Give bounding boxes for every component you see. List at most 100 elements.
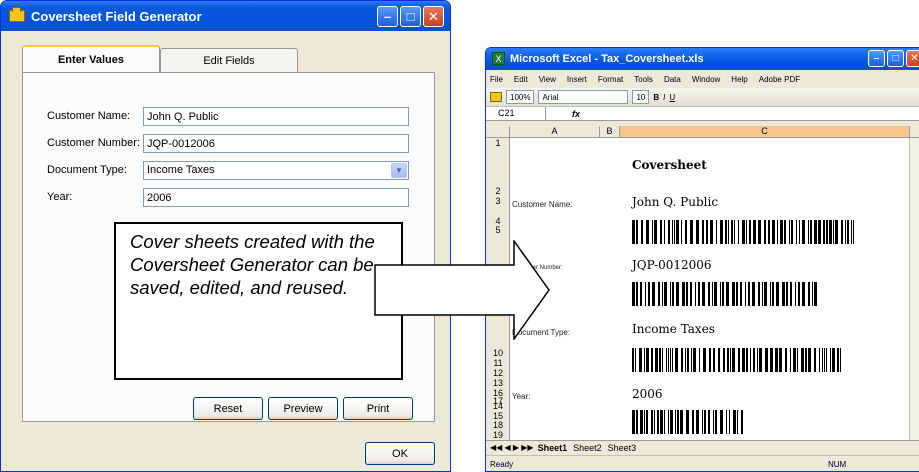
barcode-bar [757,348,758,372]
menu-edit[interactable]: Edit [514,75,528,84]
row-header[interactable]: 2 [486,186,510,196]
barcode-bar [680,410,683,434]
barcode-bar [741,410,743,434]
row-header[interactable]: 3 [486,196,510,206]
sheet-tab-1[interactable]: Sheet1 [538,443,568,453]
row-header[interactable]: 19 [486,430,510,440]
row-header[interactable]: 12 [486,368,510,378]
folder-icon [9,7,25,22]
row-header[interactable]: 18 [486,420,510,430]
barcode-bar [764,220,766,244]
year-input[interactable] [143,188,409,207]
barcode-bar [660,220,662,244]
excel-close-button[interactable]: ✕ [906,50,919,67]
barcode-bar [690,220,693,244]
menu-view[interactable]: View [539,75,556,84]
document-type-select[interactable]: Income Taxes ▼ [143,161,409,180]
barcode-bar [645,282,646,306]
menu-window[interactable]: Window [692,75,720,84]
column-header-b[interactable]: B [600,126,620,137]
barcode-bar [664,410,665,434]
maximize-button[interactable]: □ [400,6,421,27]
tab-enter-values[interactable]: Enter Values [22,45,160,72]
barcode-bar [765,348,768,372]
bold-icon[interactable]: B [653,93,659,102]
barcode-bar [731,220,733,244]
name-box[interactable]: C21 [486,106,546,121]
sheet-nav-icon[interactable]: ◀◀ ◀ ▶ ▶▶ [490,443,534,452]
barcode-bar [814,282,817,306]
barcode-bar [750,348,751,372]
barcode-bar [675,410,676,434]
underline-icon[interactable]: U [669,93,675,102]
ok-button[interactable]: OK [365,442,435,465]
chevron-down-icon[interactable]: ▼ [391,163,407,178]
preview-button[interactable]: Preview [268,397,338,420]
close-button[interactable]: ✕ [423,6,444,27]
customer-name-input[interactable] [143,107,409,126]
sheet-tab-3[interactable]: Sheet3 [608,443,637,453]
barcode-bar [681,220,682,244]
excel-minimize-button[interactable]: – [868,50,885,67]
zoom-select[interactable]: 100% [506,90,535,104]
print-button[interactable]: Print [343,397,413,420]
barcode-bar [732,348,735,372]
excel-maximize-button[interactable]: □ [887,50,904,67]
italic-icon[interactable]: I [663,93,665,102]
row-header[interactable]: 13 [486,378,510,388]
barcode-bar [691,348,692,372]
barcode-bar [636,220,638,244]
barcode-bar [716,220,717,244]
tab-edit-fields[interactable]: Edit Fields [160,48,298,72]
barcode-bar [791,220,793,244]
barcode-bar [686,410,689,434]
barcode-bar [712,282,713,306]
barcode-bar [833,220,834,244]
column-header-c[interactable]: C [620,126,910,137]
select-all-corner[interactable] [486,126,510,137]
column-header-a[interactable]: A [510,126,600,137]
barcode-bar [805,348,807,372]
barcode-bar [729,410,730,434]
barcode-bar [824,348,825,372]
menu-adobe-pdf[interactable]: Adobe PDF [759,75,800,84]
row-header[interactable]: 1 [486,138,510,148]
barcode-bar [772,282,774,306]
num-lock-indicator: NUM [828,460,847,469]
barcode-bar [812,282,813,306]
customer-number-input[interactable] [143,134,409,153]
barcode-bar [742,220,745,244]
vertical-scrollbar[interactable] [909,138,919,440]
sheet-tab-2[interactable]: Sheet2 [573,443,602,453]
font-select[interactable]: Arial [538,90,629,104]
menu-tools[interactable]: Tools [634,75,653,84]
row-header[interactable]: 17 [486,396,510,406]
barcode-bar [738,348,740,372]
row-header[interactable]: 5 [486,225,510,235]
barcode-bar [758,220,761,244]
barcode-bar [748,282,750,306]
barcode-bar [672,348,673,372]
font-size-select[interactable]: 10 [632,90,650,104]
barcode-bar [676,220,679,244]
barcode-bar [786,282,788,306]
open-icon[interactable] [490,92,502,102]
row-header[interactable]: 11 [486,358,510,368]
row-header[interactable]: 10 [486,348,510,358]
barcode-bar [676,282,679,306]
barcode-year [632,410,746,434]
menu-data[interactable]: Data [664,75,681,84]
menu-insert[interactable]: Insert [567,75,587,84]
minimize-button[interactable]: – [377,6,398,27]
barcode-bar [644,348,645,372]
menu-file[interactable]: File [490,75,503,84]
barcode-bar [835,220,838,244]
reset-button[interactable]: Reset [193,397,263,420]
worksheet-grid[interactable]: Coversheet Customer Name: John Q. Public… [510,138,910,440]
formula-bar: C21 fx [486,106,919,121]
barcode-bar [668,220,670,244]
menu-format[interactable]: Format [598,75,623,84]
barcode-bar [714,282,717,306]
menu-help[interactable]: Help [731,75,747,84]
barcode-bar [737,410,738,434]
